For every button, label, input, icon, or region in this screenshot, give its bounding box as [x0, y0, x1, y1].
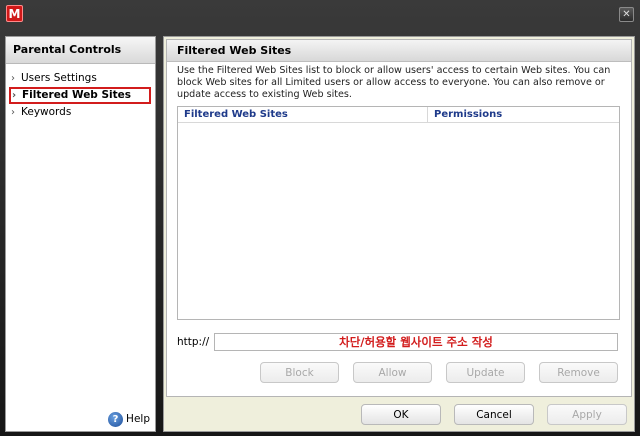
title-bar: M ✕ [0, 0, 640, 30]
sidebar-title: Parental Controls [6, 37, 155, 64]
main-area: Filtered Web Sites Use the Filtered Web … [163, 36, 635, 432]
sidebar-item-filtered-web-sites[interactable]: › Filtered Web Sites [9, 87, 151, 104]
help-icon: ? [108, 411, 124, 427]
chevron-right-icon: › [11, 107, 15, 118]
sidebar-item-users-settings[interactable]: › Users Settings [6, 70, 155, 87]
url-entry-row: http:// [177, 333, 620, 351]
sidebar-nav: › Users Settings › Filtered Web Sites › … [6, 70, 155, 121]
filtered-sites-panel: Filtered Web Sites Use the Filtered Web … [166, 39, 632, 397]
chevron-right-icon: › [12, 90, 17, 101]
panel-title: Filtered Web Sites [167, 40, 631, 62]
url-prefix-label: http:// [177, 336, 210, 348]
sidebar-item-label: Filtered Web Sites [22, 89, 132, 101]
help-link[interactable]: ? Help [108, 411, 150, 427]
url-input[interactable] [214, 333, 618, 351]
chevron-right-icon: › [11, 73, 15, 84]
apply-button[interactable]: Apply [547, 404, 627, 425]
column-header-permissions[interactable]: Permissions [428, 107, 618, 122]
column-header-filtered-web-sites[interactable]: Filtered Web Sites [178, 107, 428, 122]
sidebar-item-label: Users Settings [21, 72, 97, 84]
allow-button[interactable]: Allow [353, 362, 432, 383]
panel-description: Use the Filtered Web Sites list to block… [177, 65, 611, 100]
sidebar-item-label: Keywords [21, 106, 72, 118]
sidebar: Parental Controls › Users Settings › Fil… [5, 36, 156, 432]
ok-button[interactable]: OK [361, 404, 441, 425]
dialog-window: M ✕ Parental Controls › Users Settings ›… [0, 0, 640, 436]
app-logo-icon: M [6, 5, 23, 22]
close-icon[interactable]: ✕ [619, 7, 634, 22]
update-button[interactable]: Update [446, 362, 525, 383]
remove-button[interactable]: Remove [539, 362, 618, 383]
sidebar-item-keywords[interactable]: › Keywords [6, 104, 155, 121]
cancel-button[interactable]: Cancel [454, 404, 534, 425]
help-label: Help [126, 413, 150, 425]
filtered-sites-table[interactable]: Filtered Web Sites Permissions [177, 106, 620, 320]
table-header: Filtered Web Sites Permissions [178, 107, 619, 123]
block-button[interactable]: Block [260, 362, 339, 383]
